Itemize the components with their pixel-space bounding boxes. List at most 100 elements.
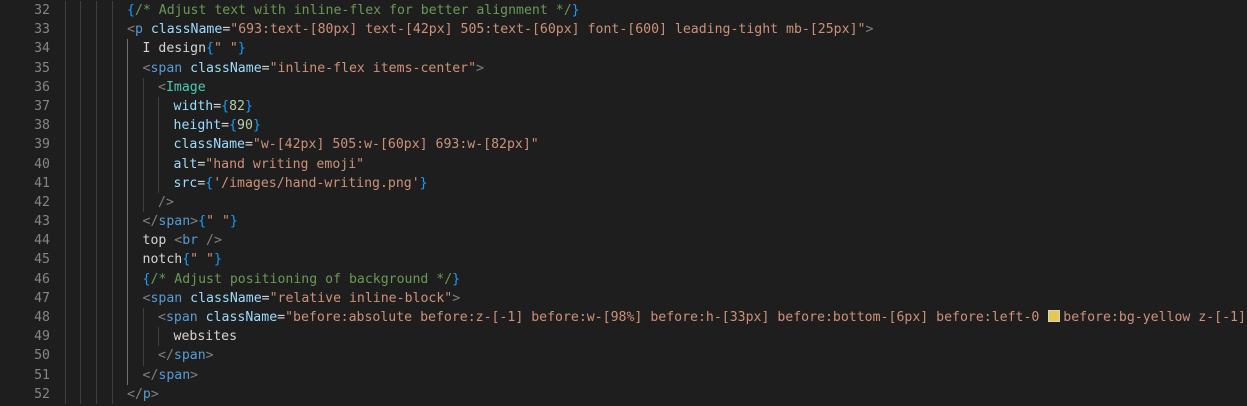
code-line[interactable]: 32 {/* Adjust text with inline-flex for b… — [0, 1, 1247, 21]
indent-guide — [96, 365, 97, 385]
indent-guide — [80, 77, 81, 97]
code-line[interactable]: 48 <span className="before:absolute befor… — [0, 308, 1247, 328]
code-line[interactable]: 46 {/* Adjust positioning of background *… — [0, 269, 1247, 289]
code-content: I design{" "} — [143, 39, 246, 58]
code-token: > — [150, 386, 159, 402]
indent-guide — [112, 288, 113, 308]
code-token: "w-[42px] 505:w-[60px] 693:w-[82px]" — [252, 137, 539, 153]
indent-guide — [96, 384, 97, 404]
indent-guide — [96, 20, 97, 40]
indent-guide — [127, 192, 128, 213]
code-token: } — [229, 214, 238, 230]
indent-guide — [112, 77, 113, 97]
indent-guide — [143, 96, 144, 117]
indent-guide — [65, 173, 66, 193]
code-token: "relative inline-block" — [269, 290, 453, 306]
indent-guide — [143, 116, 144, 136]
code-token: span — [173, 348, 206, 364]
indent-guide — [127, 173, 128, 193]
indent-guide — [96, 135, 97, 155]
code-token: /* Adjust text with inline-flex for bett… — [134, 3, 572, 18]
line-number: 39 — [34, 137, 50, 153]
indent-guide — [127, 346, 128, 366]
code-token: span — [165, 310, 198, 325]
indent-guide — [80, 1, 81, 21]
code-line[interactable]: 51 </span> — [0, 365, 1247, 385]
code-token: /> — [158, 194, 174, 210]
code-line[interactable]: 35 <span className="inline-flex items-cen… — [0, 58, 1247, 78]
code-content: className="w-[42px] 505:w-[60px] 693:w-[… — [174, 135, 539, 154]
code-token: = — [277, 310, 286, 325]
indent-guide — [96, 173, 97, 193]
indent-guide — [65, 288, 66, 308]
code-line[interactable]: 45 notch{" "} — [0, 250, 1247, 270]
indent-guide — [80, 231, 81, 251]
color-swatch-icon[interactable] — [1048, 310, 1061, 322]
code-content: <span className="before:absolute before:… — [158, 308, 1247, 327]
code-line[interactable]: 39 className="w-[42px] 505:w-[60px] 693:w… — [0, 135, 1247, 155]
code-token: > — [205, 348, 214, 364]
indent-guide — [112, 192, 113, 213]
indent-guide — [96, 1, 97, 21]
code-content: <span className="inline-flex items-cente… — [143, 59, 484, 78]
indent-guide — [65, 116, 66, 136]
code-line[interactable]: 34 I design{" "} — [0, 39, 1247, 59]
indent-guide — [127, 135, 128, 155]
line-number: 49 — [34, 329, 50, 345]
code-token: { — [182, 252, 191, 268]
code-content: </p> — [127, 385, 159, 404]
code-line[interactable]: 36 <Image — [0, 77, 1247, 97]
indent-guide — [96, 154, 97, 174]
indent-guide — [143, 154, 144, 174]
indent-guide — [65, 1, 66, 21]
indent-guide — [127, 77, 128, 97]
code-token: > — [865, 22, 874, 38]
code-token: I design — [142, 41, 207, 57]
indent-guide — [143, 327, 144, 347]
code-line[interactable]: 33 <p className="693:text-[80px] text-[42… — [0, 20, 1247, 40]
indent-guide — [96, 39, 97, 59]
line-number: 47 — [34, 290, 50, 306]
code-token: { — [127, 3, 135, 18]
code-token: { — [206, 41, 214, 57]
indent-guide — [143, 173, 144, 193]
code-token: { — [229, 118, 238, 134]
code-line[interactable]: 40 alt="hand writing emoji" — [0, 154, 1247, 174]
code-token: < — [158, 79, 166, 95]
indent-guide — [112, 346, 113, 366]
code-token: span — [158, 367, 191, 383]
code-line[interactable]: 47 <span className="relative inline-block… — [0, 288, 1247, 308]
indent-guide — [112, 212, 113, 232]
line-number: 51 — [34, 367, 50, 383]
code-line[interactable]: 38 height={90} — [0, 116, 1247, 136]
code-line[interactable]: 41 src={'/images/hand-writing.png'} — [0, 173, 1247, 193]
code-line[interactable]: 37 width={82} — [0, 96, 1247, 117]
indent-guide — [112, 1, 113, 21]
code-token: </ — [142, 367, 159, 383]
code-token: { — [221, 98, 230, 114]
indent-guide — [80, 39, 81, 59]
indent-guide — [65, 58, 66, 78]
code-line[interactable]: 44 top <br /> — [0, 231, 1247, 251]
code-token: } — [571, 3, 580, 18]
code-token: Image — [165, 79, 206, 95]
code-token: className — [150, 22, 223, 38]
indent-guide — [127, 365, 128, 385]
indent-guide — [96, 269, 97, 289]
code-token: before:bg-yellow z-[-1]" — [1063, 310, 1247, 325]
code-editor[interactable]: 32 {/* Adjust text with inline-flex for b… — [0, 1, 1247, 406]
line-number: 33 — [34, 22, 50, 38]
code-line[interactable]: 42 /> — [0, 192, 1247, 213]
indent-guide — [80, 384, 81, 404]
code-line[interactable]: 43 </span>{" "} — [0, 212, 1247, 232]
code-line[interactable]: 49 websites — [0, 327, 1247, 347]
code-content: {/* Adjust text with inline-flex for bet… — [127, 1, 580, 20]
code-line[interactable]: 52 </p> — [0, 384, 1247, 404]
code-line[interactable]: 50 </span> — [0, 346, 1247, 366]
indent-guide — [112, 231, 113, 251]
code-token: notch — [142, 252, 183, 268]
indent-guide — [112, 327, 113, 347]
indent-guide — [143, 135, 144, 155]
code-content: top <br /> — [143, 231, 222, 250]
